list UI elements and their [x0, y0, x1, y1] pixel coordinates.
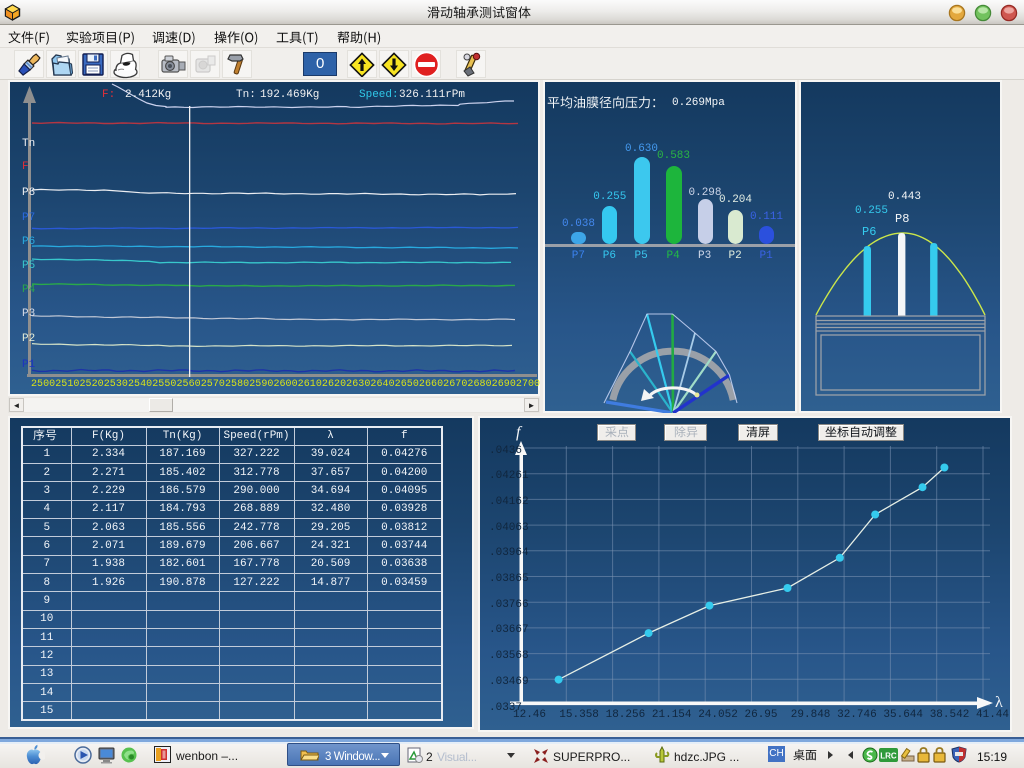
svg-text:LRC: LRC — [880, 752, 897, 761]
